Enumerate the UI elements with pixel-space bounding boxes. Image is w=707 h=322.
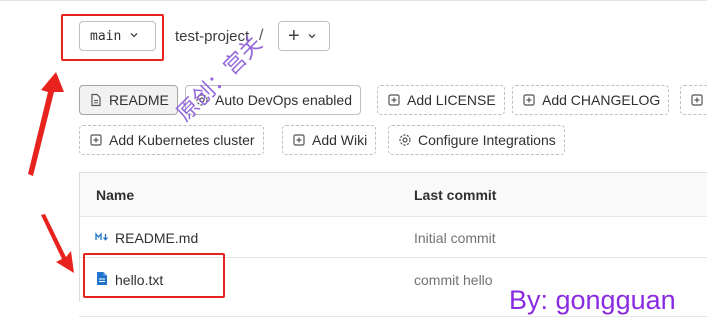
file-table-border [79,172,707,173]
annotation-box-hello [83,253,225,298]
file-icon [91,93,101,107]
add-to-tree-dropdown[interactable]: + [278,21,330,51]
add-wiki-button[interactable]: Add Wiki [282,125,377,155]
column-header-name: Name [96,187,135,203]
annotation-arrow-up [28,72,64,176]
byline-text: By: gongguan [509,285,676,315]
file-name-link[interactable]: README.md [115,230,198,246]
file-table-header [80,173,707,216]
commit-message-link[interactable]: Initial commit [414,230,496,246]
plus-icon: + [288,25,300,47]
configure-integrations-label: Configure Integrations [418,132,556,148]
add-license-button[interactable]: Add LICENSE [377,85,505,115]
add-kubernetes-button[interactable]: Add Kubernetes cluster [79,125,264,155]
top-divider [0,0,707,1]
configure-integrations-button[interactable]: Configure Integrations [388,125,565,155]
table-bottom-border [79,316,707,317]
annotation-box-branch [61,14,164,61]
annotation-arrow-down [41,214,74,273]
column-header-last-commit: Last commit [414,187,497,203]
readme-label: README [109,92,169,108]
add-license-label: Add LICENSE [407,92,496,108]
markdown-icon [95,232,108,241]
add-contributing-button-partial[interactable] [680,85,707,115]
add-changelog-label: Add CHANGELOG [542,92,661,108]
plus-square-icon [388,94,400,106]
plus-square-icon [90,134,102,146]
plus-square-icon [523,94,535,106]
add-wiki-label: Add Wiki [312,132,368,148]
plus-square-icon [691,94,703,106]
add-kubernetes-label: Add Kubernetes cluster [109,132,255,148]
settings-icon [399,134,411,146]
plus-square-icon [293,134,305,146]
add-changelog-button[interactable]: Add CHANGELOG [512,85,670,115]
readme-button[interactable]: README [79,85,178,115]
commit-message-link[interactable]: commit hello [414,272,493,288]
auto-devops-label: Auto DevOps enabled [215,92,352,108]
chevron-down-icon [307,28,317,44]
